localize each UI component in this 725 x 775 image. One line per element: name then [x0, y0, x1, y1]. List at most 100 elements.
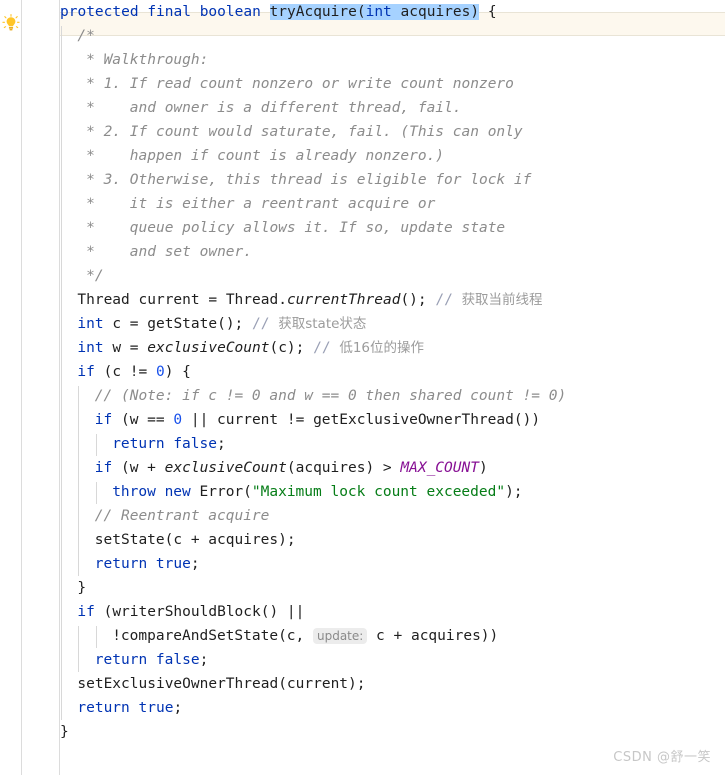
- selected-token: (: [356, 4, 366, 20]
- code-line-content: return true;: [60, 552, 200, 576]
- code-token: Thread: [77, 292, 130, 308]
- code-line-content: return false;: [60, 432, 226, 456]
- code-line-content: // Reentrant acquire: [60, 504, 270, 528]
- code-line[interactable]: Thread current = Thread.currentThread();…: [60, 288, 725, 312]
- code-token: .: [278, 292, 287, 308]
- code-token: current =: [129, 292, 226, 308]
- code-token: false: [155, 652, 200, 668]
- code-line[interactable]: !compareAndSetState(c, update: c + acqui…: [60, 624, 725, 648]
- code-token: boolean: [199, 4, 261, 20]
- code-token: w =: [103, 340, 148, 356]
- code-token: ;: [216, 436, 226, 452]
- code-token: throw: [112, 484, 156, 500]
- code-line[interactable]: protected final boolean tryAcquire(int a…: [60, 0, 725, 24]
- code-token: MAX_COUNT: [400, 460, 479, 476]
- indent-guide: [78, 626, 80, 672]
- code-token: Error: [199, 484, 244, 500]
- code-line[interactable]: * queue policy allows it. If so, update …: [60, 216, 725, 240]
- code-comment: * 3. Otherwise, this thread is eligible …: [77, 172, 532, 188]
- code-token: (acquires) >: [286, 460, 401, 476]
- code-line-content: // (Note: if c != 0 and w == 0 then shar…: [60, 384, 566, 408]
- code-token: true: [138, 700, 174, 716]
- code-token: (: [94, 604, 113, 620]
- code-line[interactable]: if (writerShouldBlock() ||: [60, 600, 725, 624]
- code-token: Thread: [225, 292, 279, 308]
- indent-guide: [95, 482, 97, 504]
- code-line-content: }: [60, 576, 86, 600]
- code-token: new: [164, 484, 191, 500]
- watermark: CSDN @舒一笑: [613, 750, 711, 765]
- code-line[interactable]: }: [60, 576, 725, 600]
- code-line[interactable]: * 3. Otherwise, this thread is eligible …: [60, 168, 725, 192]
- code-line[interactable]: return true;: [60, 696, 725, 720]
- code-line[interactable]: * 2. If count would saturate, fail. (Thi…: [60, 120, 725, 144]
- code-editor-window: protected final boolean tryAcquire(int a…: [0, 0, 725, 775]
- code-token: getState: [147, 316, 218, 332]
- code-line[interactable]: */: [60, 264, 725, 288]
- code-text-area[interactable]: protected final boolean tryAcquire(int a…: [60, 0, 725, 775]
- code-line[interactable]: /*: [60, 24, 725, 48]
- code-line-content: /*: [60, 24, 94, 48]
- code-token: (w +: [112, 460, 165, 476]
- code-line[interactable]: int c = getState(); // 获取state状态: [60, 312, 725, 336]
- code-line-content: * 3. Otherwise, this thread is eligible …: [60, 168, 531, 192]
- code-token: (current);: [278, 676, 366, 692]
- code-comment: //: [435, 292, 462, 308]
- code-token: final: [147, 4, 191, 20]
- code-line-content: !compareAndSetState(c, update: c + acqui…: [60, 624, 498, 648]
- code-line[interactable]: * it is either a reentrant acquire or: [60, 192, 725, 216]
- code-comment: * Walkthrough:: [77, 52, 209, 68]
- annotation-gutter[interactable]: [0, 0, 22, 775]
- code-line-content: throw new Error("Maximum lock count exce…: [60, 480, 522, 504]
- code-line[interactable]: // (Note: if c != 0 and w == 0 then shar…: [60, 384, 725, 408]
- code-token: if: [94, 460, 113, 476]
- code-line[interactable]: return false;: [60, 648, 725, 672]
- line-number-gutter[interactable]: [22, 0, 60, 775]
- code-token: getExclusiveOwnerThread: [313, 412, 514, 428]
- code-token: }: [77, 580, 87, 596]
- code-line[interactable]: setState(c + acquires);: [60, 528, 725, 552]
- code-line[interactable]: return true;: [60, 552, 725, 576]
- code-line[interactable]: int w = exclusiveCount(c); // 低16位的操作: [60, 336, 725, 360]
- code-token: return: [94, 556, 148, 572]
- code-token: ;: [173, 700, 183, 716]
- code-line-content: int c = getState(); // 获取state状态: [60, 312, 366, 336]
- code-line-content: if (c != 0) {: [60, 360, 191, 384]
- code-line[interactable]: * 1. If read count nonzero or write coun…: [60, 72, 725, 96]
- code-line[interactable]: setExclusiveOwnerThread(current);: [60, 672, 725, 696]
- code-line[interactable]: }: [60, 720, 725, 744]
- code-token: protected: [60, 4, 139, 20]
- code-token: setExclusiveOwnerThread: [77, 676, 279, 692]
- code-line[interactable]: if (w == 0 || current != getExclusiveOwn…: [60, 408, 725, 432]
- code-line-content: * it is either a reentrant acquire or: [60, 192, 435, 216]
- code-line[interactable]: // Reentrant acquire: [60, 504, 725, 528]
- code-token: false: [173, 436, 217, 452]
- code-token: setState: [94, 532, 165, 548]
- code-line[interactable]: throw new Error("Maximum lock count exce…: [60, 480, 725, 504]
- code-token: c =: [103, 316, 148, 332]
- code-comment: * happen if count is already nonzero.): [77, 148, 445, 164]
- code-line[interactable]: * happen if count is already nonzero.): [60, 144, 725, 168]
- code-line-content: protected final boolean tryAcquire(int a…: [60, 0, 497, 24]
- code-token: }: [60, 724, 69, 740]
- lightbulb-icon[interactable]: [2, 14, 20, 34]
- code-token: {: [479, 4, 497, 20]
- code-line[interactable]: if (c != 0) {: [60, 360, 725, 384]
- code-token: ): [478, 460, 488, 476]
- indent-guide: [95, 434, 97, 456]
- code-token: ();: [400, 292, 436, 308]
- code-line-content: * happen if count is already nonzero.): [60, 144, 444, 168]
- code-line[interactable]: * and owner is a different thread, fail.: [60, 96, 725, 120]
- code-line[interactable]: * and set owner.: [60, 240, 725, 264]
- code-line[interactable]: if (w + exclusiveCount(acquires) > MAX_C…: [60, 456, 725, 480]
- code-line[interactable]: * Walkthrough:: [60, 48, 725, 72]
- code-token: exclusiveCount: [147, 340, 270, 356]
- code-line[interactable]: return false;: [60, 432, 725, 456]
- code-token: ()): [513, 412, 541, 428]
- code-token: if: [94, 412, 113, 428]
- code-token: compareAndSetState: [120, 628, 279, 644]
